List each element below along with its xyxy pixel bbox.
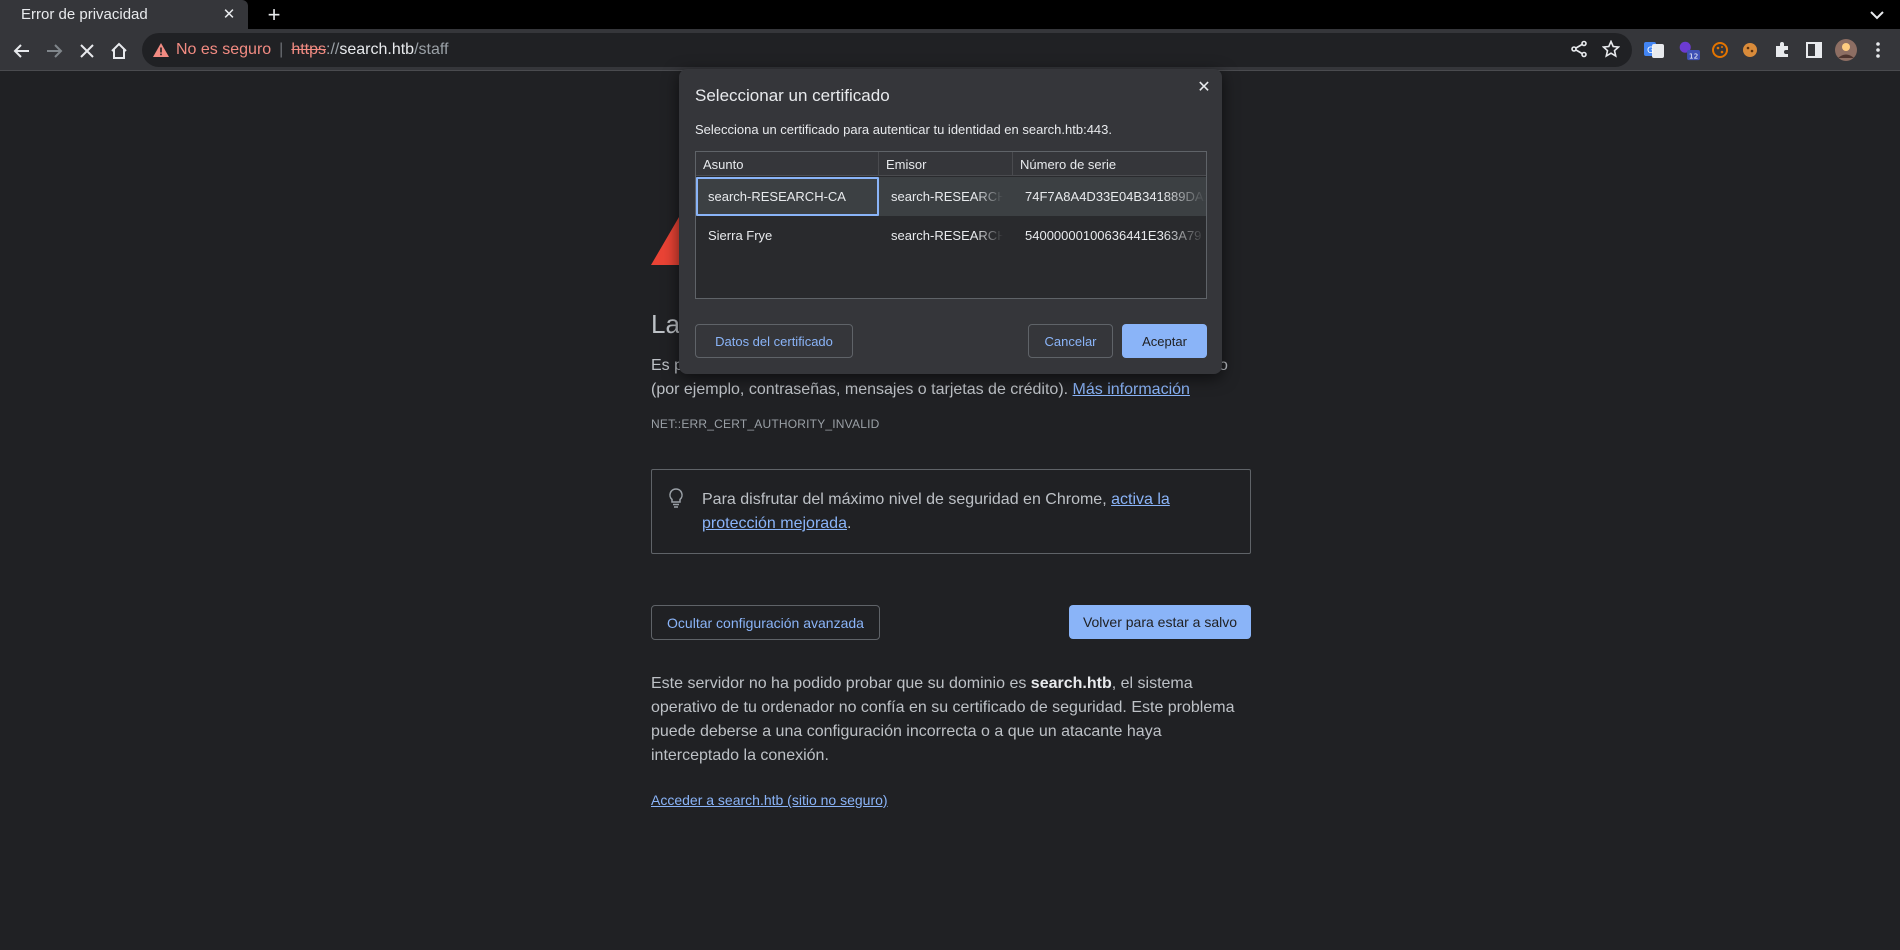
cell-subject: search-RESEARCH-CA <box>696 177 879 216</box>
accept-button[interactable]: Aceptar <box>1122 324 1207 358</box>
cell-subject: Sierra Frye <box>708 228 773 243</box>
cell-issuer: search-RESEARCH-CA <box>891 189 1003 204</box>
details-domain: search.htb <box>1030 675 1112 692</box>
back-arrow-icon[interactable] <box>8 37 36 65</box>
stop-loading-icon[interactable] <box>73 37 101 65</box>
translate-extension-icon[interactable]: G <box>1642 38 1666 62</box>
tip-end: . <box>846 515 852 532</box>
extensions-puzzle-icon[interactable] <box>1770 38 1794 62</box>
warning-triangle-icon[interactable] <box>152 41 170 59</box>
column-issuer[interactable]: Emisor <box>879 152 1013 176</box>
tip-text: Para disfrutar del máximo nivel de segur… <box>702 488 1222 536</box>
certificate-table: Asunto Emisor Número de serie search-RES… <box>695 151 1207 299</box>
tab-active[interactable]: Error de privacidad ✕ <box>0 0 248 29</box>
advanced-details-paragraph: Este servidor no ha podido probar que su… <box>651 672 1251 768</box>
not-secure-label[interactable]: No es seguro <box>176 41 271 59</box>
table-row[interactable]: search-RESEARCH-CA search-RESEARCH-CA 74… <box>696 177 1206 216</box>
dialog-close-icon[interactable]: ✕ <box>1194 77 1214 97</box>
tip-body: Para disfrutar del máximo nivel de segur… <box>702 491 1107 508</box>
cookie-editor-icon[interactable] <box>1738 38 1762 62</box>
tab-title: Error de privacidad <box>21 6 148 23</box>
select-certificate-dialog: Seleccionar un certificado ✕ Selecciona … <box>679 69 1222 374</box>
back-to-safety-button[interactable]: Volver para estar a salvo <box>1069 605 1251 639</box>
svg-text:G: G <box>1647 46 1654 56</box>
tab-strip: Error de privacidad ✕ + <box>0 0 1900 29</box>
dialog-description: Selecciona un certificado para autentica… <box>695 122 1112 137</box>
details-pre: Este servidor no ha podido probar que su… <box>651 675 1027 692</box>
cell-serial: 54000000100636441E363A79 <box>1025 228 1202 243</box>
column-subject[interactable]: Asunto <box>696 152 879 176</box>
home-icon[interactable] <box>105 37 133 65</box>
table-header: Asunto Emisor Número de serie <box>696 152 1206 176</box>
url-path: /staff <box>414 41 449 58</box>
chrome-menu-icon[interactable] <box>1866 38 1890 62</box>
side-panel-icon[interactable] <box>1802 38 1826 62</box>
browser-toolbar: No es seguro | https://search.htb/staff … <box>0 29 1900 71</box>
extension-badge-count: 12 <box>1689 51 1698 60</box>
column-serial[interactable]: Número de serie <box>1013 152 1206 176</box>
cancel-button[interactable]: Cancelar <box>1028 324 1113 358</box>
new-tab-icon[interactable]: + <box>262 2 286 27</box>
share-icon[interactable] <box>1570 40 1588 63</box>
error-code: NET::ERR_CERT_AUTHORITY_INVALID <box>651 417 880 431</box>
more-info-link[interactable]: Más información <box>1073 381 1190 398</box>
cell-serial: 74F7A8A4D33E04B341889DA1 <box>1025 189 1206 204</box>
certificate-data-button[interactable]: Datos del certificado <box>695 324 853 358</box>
cookie-extension-icon[interactable] <box>1708 38 1732 62</box>
forward-arrow-icon[interactable] <box>40 37 68 65</box>
url-host: search.htb <box>339 41 415 58</box>
dialog-title: Seleccionar un certificado <box>695 86 890 105</box>
tab-search-chevron-icon[interactable] <box>1866 4 1888 26</box>
paragraph-line2: (por ejemplo, contraseñas, mensajes o ta… <box>651 381 1069 398</box>
proceed-unsafe-link[interactable]: Acceder a search.htb (sitio no seguro) <box>651 792 888 808</box>
profile-avatar[interactable] <box>1834 38 1858 62</box>
hide-advanced-button[interactable]: Ocultar configuración avanzada <box>651 605 880 640</box>
page-headline: La <box>651 309 680 339</box>
address-bar[interactable]: No es seguro | https://search.htb/staff <box>142 33 1632 67</box>
table-row[interactable]: Sierra Frye search-RESEARCH-CA 540000001… <box>696 216 1206 255</box>
omnibox-separator: | <box>279 41 284 58</box>
lightbulb-icon <box>668 488 684 508</box>
tab-close-icon[interactable]: ✕ <box>219 4 239 24</box>
bookmark-star-icon[interactable] <box>1601 39 1621 63</box>
enhanced-protection-tip: Para disfrutar del máximo nivel de segur… <box>651 469 1251 554</box>
url-scheme-separator: :// <box>326 41 340 58</box>
cell-issuer: search-RESEARCH-CA <box>891 228 1003 243</box>
extension-badge-icon[interactable]: 12 <box>1676 38 1700 62</box>
url-scheme: https <box>291 41 327 58</box>
